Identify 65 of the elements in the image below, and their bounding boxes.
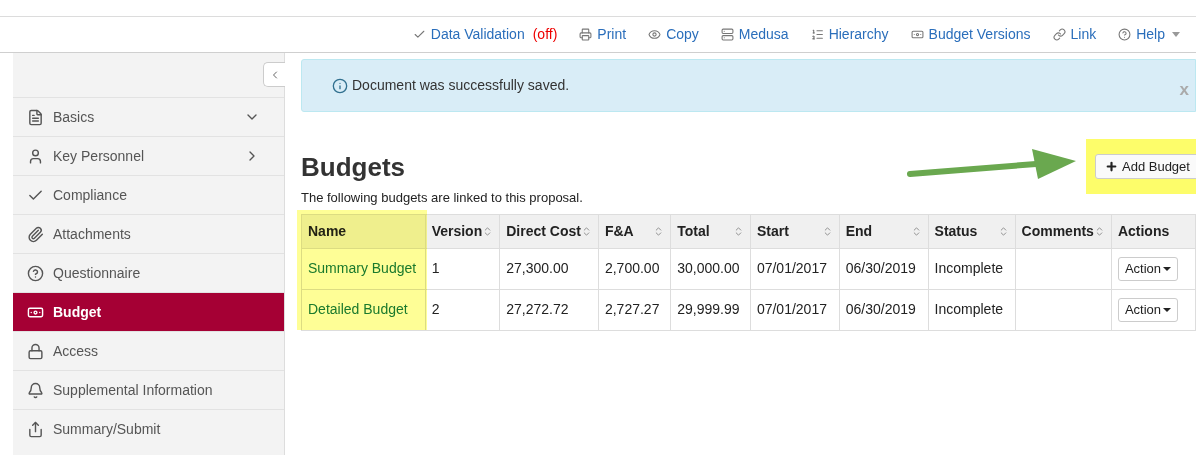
sidebar-item[interactable]: Basics <box>13 97 284 136</box>
table-cell: 07/01/2017 <box>750 289 840 330</box>
table-cell: 29,999.99 <box>670 289 751 330</box>
add-budget-button[interactable]: Add Budget <box>1095 154 1196 179</box>
alert-message: Document was successfully saved. <box>352 76 571 95</box>
description-text: The following budgets are linked to this proposal. <box>301 189 584 207</box>
status-label: (off) <box>532 25 558 44</box>
toolbar-link[interactable]: Hierarchy <box>810 24 889 45</box>
table-cell: Incomplete <box>928 289 1016 330</box>
action-dropdown[interactable]: Action <box>1117 297 1179 322</box>
table-cell: 2,727.27 <box>598 289 671 330</box>
printer-icon <box>579 28 593 41</box>
sidebar-item[interactable]: Supplemental Information <box>13 370 284 409</box>
toolbar-link[interactable]: Data Validation (off) <box>412 24 558 45</box>
paperclip-icon <box>27 225 44 243</box>
toolbar-link[interactable]: Help <box>1118 24 1180 45</box>
toolbar-link[interactable]: Print <box>579 24 627 45</box>
column-header[interactable]: Status <box>928 214 1016 248</box>
sidebar-item[interactable]: Compliance <box>13 175 284 214</box>
toolbar-link[interactable]: Copy <box>648 24 699 45</box>
column-header[interactable]: F&A <box>598 214 671 248</box>
link-icon <box>1052 28 1066 41</box>
column-header[interactable]: End <box>839 214 929 248</box>
table-cell: 27,300.00 <box>499 248 599 289</box>
table-cell: Incomplete <box>928 248 1016 289</box>
table-cell: 07/01/2017 <box>750 248 840 289</box>
column-header[interactable]: Comments <box>1015 214 1112 248</box>
sidebar-item[interactable]: Budget <box>13 292 284 331</box>
column-header[interactable]: Total <box>670 214 751 248</box>
action-dropdown[interactable]: Action <box>1117 256 1179 281</box>
column-header[interactable]: Direct Cost <box>499 214 599 248</box>
page-heading: Budgets <box>301 154 406 180</box>
person-icon <box>27 147 44 165</box>
server-icon <box>720 28 734 41</box>
plus-icon <box>1105 160 1118 173</box>
info-icon <box>332 77 348 94</box>
document-icon <box>27 108 44 126</box>
list-icon <box>810 28 824 41</box>
toolbar-link[interactable]: Medusa <box>720 24 789 45</box>
sidebar-item[interactable]: Summary/Submit <box>13 409 284 448</box>
column-header: Actions <box>1111 214 1196 248</box>
table-cell: 27,272.72 <box>499 289 599 330</box>
bell-icon <box>27 381 44 399</box>
table-cell: 1 <box>425 248 500 289</box>
column-header[interactable]: Start <box>750 214 840 248</box>
share-icon <box>27 420 44 438</box>
sidebar-item[interactable]: Attachments <box>13 214 284 253</box>
column-header[interactable]: Version <box>425 214 500 248</box>
eye-icon <box>648 28 662 41</box>
sidebar-item[interactable]: Key Personnel <box>13 136 284 175</box>
toolbar-link[interactable]: Link <box>1052 24 1097 45</box>
check-icon <box>412 28 426 41</box>
help-icon <box>1118 28 1132 41</box>
table-cell: 30,000.00 <box>670 248 751 289</box>
lock-icon <box>27 342 44 360</box>
toolbar-link[interactable]: Budget Versions <box>910 24 1031 45</box>
table-cell: 06/30/2019 <box>839 248 929 289</box>
table-cell: 2 <box>425 289 500 330</box>
banknote-icon <box>910 28 924 41</box>
help-icon <box>27 264 44 282</box>
caret-icon <box>1163 266 1172 271</box>
table-cell: 2,700.00 <box>598 248 671 289</box>
sidebar-item[interactable]: Access <box>13 331 284 370</box>
caret-icon <box>1163 307 1172 312</box>
table-cell: 06/30/2019 <box>839 289 929 330</box>
